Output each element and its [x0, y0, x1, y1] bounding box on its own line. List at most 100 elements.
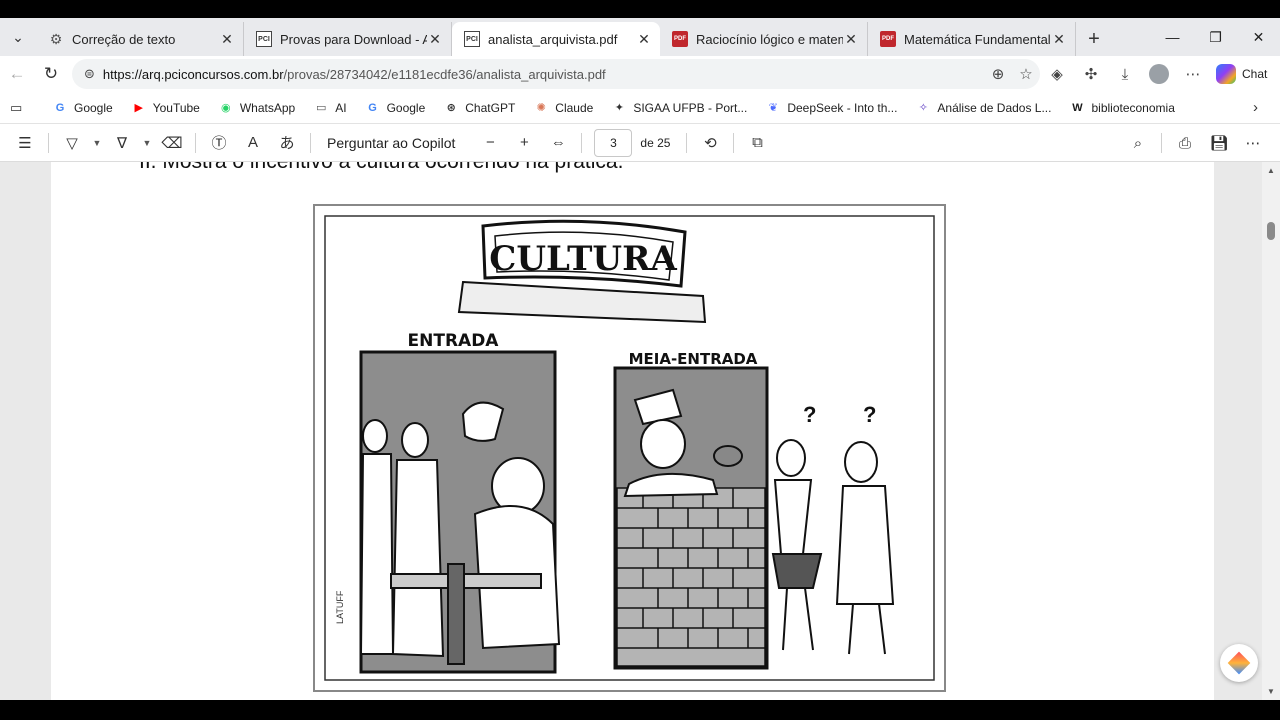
bookmark-item[interactable]: ◉ WhatsApp	[218, 100, 295, 116]
chevron-down-icon[interactable]: ▼	[89, 138, 105, 148]
bookmark-label: Claude	[555, 100, 594, 115]
tab-provas[interactable]: PCI Provas para Download - Analist ✕	[244, 22, 452, 56]
ask-copilot-button[interactable]: Perguntar ao Copilot	[327, 135, 455, 151]
eraser-icon[interactable]: ⌫	[155, 134, 189, 152]
bookmark-item[interactable]: ❦ DeepSeek - Into th...	[765, 100, 898, 116]
bookmark-item[interactable]: ✧ Análise de Dados L...	[915, 100, 1052, 116]
page-number-input[interactable]: 3	[594, 128, 633, 157]
assistant-icon	[1227, 651, 1251, 675]
zoom-icon[interactable]: ⊕	[984, 65, 1012, 83]
minimize-icon: —	[1165, 29, 1180, 45]
page-view-icon[interactable]: ⧉	[740, 134, 774, 151]
bookmark-item[interactable]: ▶ YouTube	[131, 100, 200, 116]
bookmark-label: YouTube	[152, 100, 200, 115]
reload-button[interactable]: ↻	[34, 59, 68, 89]
bookmark-item[interactable]: ✺ Claude	[533, 100, 594, 116]
reload-icon: ↻	[43, 64, 59, 83]
bookmark-label: DeepSeek - Into th...	[787, 100, 898, 115]
fit-width-icon[interactable]: ⇔	[541, 134, 575, 151]
door-left-label: ENTRADA	[408, 331, 500, 351]
close-icon[interactable]: ✕	[427, 31, 443, 48]
chevron-down-icon: ⌄	[12, 28, 24, 45]
close-icon[interactable]: ✕	[1051, 31, 1067, 48]
browser-chrome: ⌄ ⚙ Correção de texto ✕ PCI Provas para …	[0, 18, 1280, 162]
copilot-icon	[1216, 64, 1236, 84]
google-icon: G	[368, 101, 377, 114]
site-info-icon[interactable]: ⊜	[84, 66, 95, 82]
close-icon[interactable]: ✕	[636, 31, 652, 48]
minimize-button[interactable]: —	[1151, 18, 1194, 56]
scrollbar-thumb[interactable]	[1267, 222, 1275, 240]
new-tab-button[interactable]: +	[1076, 22, 1112, 56]
tab-correcao[interactable]: ⚙ Correção de texto ✕	[36, 22, 244, 56]
bookmark-label: Google	[74, 100, 113, 115]
draw-icon[interactable]: ∇	[105, 134, 139, 152]
print-icon[interactable]: ⎙	[1168, 135, 1202, 152]
bookmark-item[interactable]: Wbiblioteconomia	[1069, 100, 1175, 116]
read-aloud-icon[interactable]: A	[236, 134, 270, 151]
analise-icon: ✧	[918, 102, 929, 114]
zoom-in-icon[interactable]: +	[507, 134, 541, 151]
youtube-icon: ▶	[134, 102, 143, 114]
tab-analista-arquivista[interactable]: PCI analista_arquivista.pdf ✕	[452, 22, 660, 56]
chat-label: Chat	[1242, 67, 1268, 81]
extensions-icon[interactable]: ✣	[1074, 65, 1108, 83]
divider	[581, 132, 583, 153]
bookmark-item[interactable]: G Google	[365, 100, 425, 116]
pdf-viewer[interactable]: II. Mostra o incentivo à cultura ocorren…	[0, 162, 1280, 700]
pci-icon: PCI	[256, 31, 272, 47]
tab-matematica[interactable]: PDF Matemática Fundamental -- Bo ✕	[868, 22, 1076, 56]
close-icon[interactable]: ✕	[843, 31, 859, 48]
divider	[48, 132, 49, 153]
text-box-icon[interactable]: Ⓣ	[202, 132, 236, 153]
highlight-icon[interactable]: ▽	[55, 134, 89, 152]
address-bar[interactable]: ⊜ https://arq.pciconcursos.com.br/provas…	[72, 59, 1040, 89]
floating-assistant-button[interactable]	[1220, 644, 1258, 682]
tab-raciocinio[interactable]: PDF Raciocínio lógico e matemática ✕	[660, 22, 868, 56]
back-button[interactable]: ←	[0, 59, 34, 89]
zoom-out-icon[interactable]: −	[473, 134, 507, 151]
scroll-down-icon[interactable]: ▼	[1267, 687, 1275, 696]
pdf-toolbar-right: ⌕ ⎙ 💾︎ ⋯	[1121, 124, 1270, 162]
bookmark-label: ChatGPT	[465, 100, 516, 115]
bookmark-item[interactable]: ▭ AI	[313, 100, 347, 116]
downloads-icon[interactable]: ⤓	[1108, 66, 1142, 83]
bookmark-label: Análise de Dados L...	[937, 100, 1052, 115]
profile-avatar[interactable]	[1149, 64, 1169, 84]
brick-wall	[616, 487, 766, 667]
divider	[310, 132, 311, 153]
url-host: https://arq.pciconcursos.com.br	[102, 66, 284, 82]
deepseek-icon: ❦	[768, 102, 778, 114]
browser-essentials-icon[interactable]: ◈	[1040, 65, 1074, 83]
vertical-scrollbar[interactable]: ▲ ▼	[1262, 162, 1280, 700]
cultura-cartoon: CULTURA ENTRADA MEIA-ENTRADA ? ? LATUFF	[313, 204, 946, 692]
tab-group-icon[interactable]: ▭	[10, 100, 28, 116]
bookmark-item[interactable]: ✦ SIGAA UFPB - Port...	[611, 100, 748, 116]
rotate-icon[interactable]: ⟲	[693, 134, 727, 152]
w-icon: W	[1072, 101, 1083, 114]
close-icon[interactable]: ✕	[219, 31, 235, 48]
contents-icon[interactable]: ☰	[8, 134, 42, 152]
chevron-down-icon[interactable]: ▼	[139, 138, 155, 148]
star-icon[interactable]: ☆	[1012, 65, 1040, 83]
tab-title: Correção de texto	[72, 31, 176, 47]
more-options-icon[interactable]: ⋯	[1236, 134, 1270, 152]
scroll-up-icon[interactable]: ▲	[1267, 166, 1275, 175]
chevron-right-icon[interactable]: ›	[1253, 99, 1258, 116]
translate-icon[interactable]: あ	[270, 132, 304, 153]
bookmark-item[interactable]: ⊛ ChatGPT	[443, 100, 516, 116]
copilot-chat-button[interactable]: Chat	[1216, 64, 1267, 84]
tab-actions-button[interactable]: ⌄	[0, 18, 36, 56]
bookmark-item[interactable]: G Google	[52, 100, 113, 116]
tab-title: analista_arquivista.pdf	[488, 31, 618, 47]
close-window-button[interactable]: ✕	[1237, 18, 1280, 56]
divider	[195, 132, 196, 153]
save-icon[interactable]: 💾︎	[1202, 134, 1236, 152]
restore-button[interactable]: ❐	[1194, 18, 1237, 56]
bookmark-label: SIGAA UFPB - Port...	[633, 100, 748, 115]
search-icon[interactable]: ⌕	[1121, 135, 1155, 152]
toolbar-right: ◈ ✣ ⤓ ⋯ Chat	[1040, 56, 1267, 92]
more-menu-icon[interactable]: ⋯	[1176, 65, 1210, 83]
svg-text:?: ?	[863, 402, 876, 427]
window-controls: — ❐ ✕	[1151, 18, 1280, 56]
